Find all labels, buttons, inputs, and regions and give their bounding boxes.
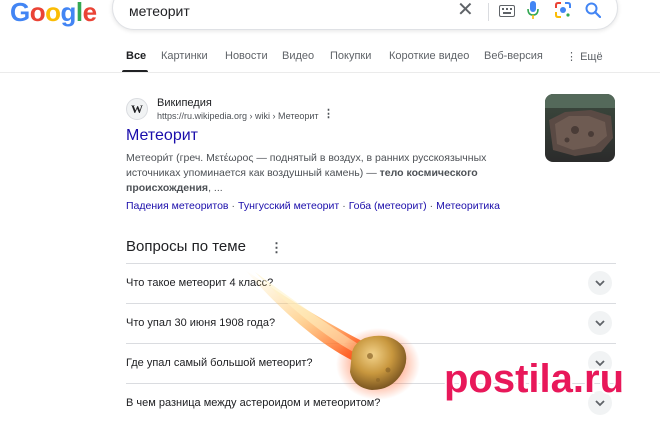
wikipedia-favicon: W (126, 98, 148, 120)
clear-icon[interactable]: ✕ (457, 0, 474, 20)
paa-title: Вопросы по теме (126, 238, 246, 255)
search-icon[interactable] (585, 2, 602, 23)
more-vert-icon: ⋮ (566, 51, 581, 63)
lens-icon[interactable] (555, 2, 571, 23)
logo-letter: l (75, 0, 83, 27)
paa-question[interactable]: Что такое метеорит 4 класс? (126, 264, 616, 304)
sitelink[interactable]: Тунгусский метеорит (238, 200, 339, 212)
tab-web[interactable]: Веб-версия (484, 50, 543, 62)
result-snippet: Метеори́т (греч. Μετέωρος — поднятый в в… (126, 151, 506, 196)
mic-icon[interactable] (527, 1, 539, 24)
watermark-text: postila.ru (444, 357, 624, 401)
sitelink-separator: · (429, 200, 434, 212)
google-logo[interactable]: Google (10, 0, 97, 27)
chevron-down-icon[interactable] (588, 271, 612, 295)
keyboard-icon[interactable] (499, 4, 515, 22)
sitelink-separator: · (231, 200, 236, 212)
result-url[interactable]: https://ru.wikipedia.org › wiki › Метеор… (157, 111, 319, 121)
result-thumbnail[interactable] (545, 94, 615, 162)
paa-question-text: Что такое метеорит 4 класс? (126, 277, 274, 289)
search-divider (488, 3, 489, 21)
sitelink-separator: · (342, 200, 346, 212)
sitelink[interactable]: Гоба (метеорит) (349, 200, 427, 212)
logo-letter: G (10, 0, 30, 27)
header-divider (0, 72, 660, 73)
tab-shopping[interactable]: Покупки (330, 50, 371, 62)
logo-letter: o (29, 0, 46, 27)
tab-videos[interactable]: Видео (282, 50, 314, 62)
result-title[interactable]: Метеорит (126, 127, 198, 145)
paa-question-text: Где упал самый большой метеорит? (126, 357, 313, 369)
search-tabs: Все Картинки Новости Видео Покупки Корот… (0, 48, 660, 73)
tab-more-label: Ещё (580, 51, 603, 63)
tab-images[interactable]: Картинки (161, 50, 208, 62)
paa-more-icon[interactable]: ⋮ (270, 241, 283, 254)
search-box[interactable]: метеорит ✕ (112, 0, 618, 30)
paa-question-text: В чем разница между астероидом и метеори… (126, 397, 381, 409)
search-input[interactable]: метеорит (129, 3, 190, 19)
chevron-down-icon[interactable] (588, 311, 612, 335)
sitelink[interactable]: Метеоритика (436, 200, 500, 212)
snippet-tail: , ... (208, 182, 223, 194)
sitelink[interactable]: Падения метеоритов (126, 200, 229, 212)
tab-more[interactable]: ⋮ Ещё (566, 50, 603, 63)
logo-letter: e (82, 0, 97, 27)
logo-letter: o (45, 0, 61, 27)
tab-all[interactable]: Все (126, 50, 146, 62)
paa-question[interactable]: Что упал 30 июня 1908 года? (126, 304, 616, 344)
result-more-icon[interactable]: ⋮ (323, 109, 334, 120)
postila-watermark: postila.ru (440, 350, 656, 410)
tab-news[interactable]: Новости (225, 50, 268, 62)
result-site-name[interactable]: Википедия (157, 97, 212, 109)
logo-letter: g (60, 0, 77, 27)
result-sitelinks: Падения метеоритов · Тунгусский метеорит · Г… (126, 200, 500, 212)
tab-short-videos[interactable]: Короткие видео (389, 50, 469, 62)
paa-question-text: Что упал 30 июня 1908 года? (126, 317, 276, 329)
